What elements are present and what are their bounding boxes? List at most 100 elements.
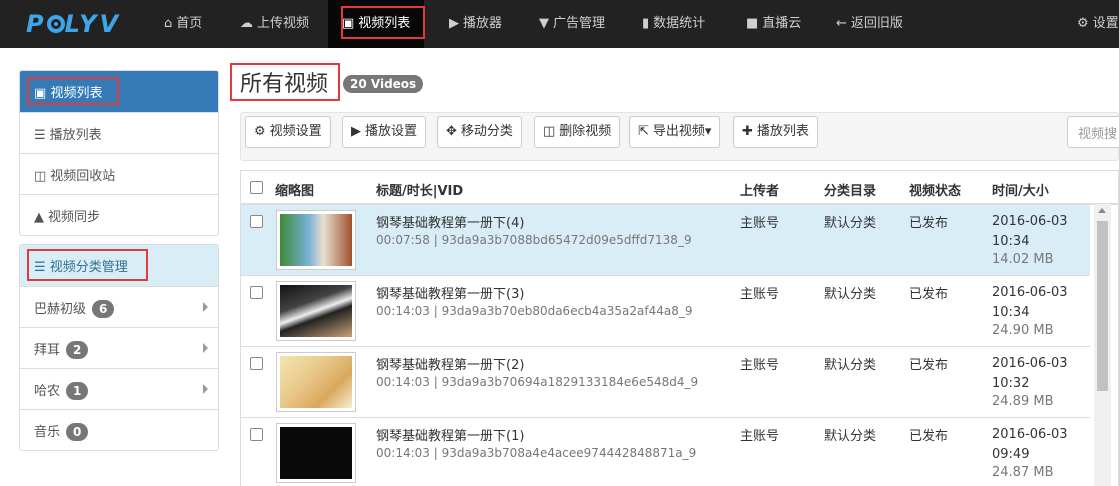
status: 已发布 <box>909 216 949 231</box>
scrollbar-thumb[interactable] <box>1097 221 1108 391</box>
time: 09:49 <box>992 447 1030 462</box>
count-badge: 1 <box>66 382 89 400</box>
video-count-badge: 20 Videos <box>343 75 424 93</box>
date: 2016-06-03 <box>992 285 1068 300</box>
video-title[interactable]: 钢琴基础教程第一册下(4) <box>376 212 524 231</box>
nav-home[interactable]: ⌂ 首页 <box>164 0 202 48</box>
row-checkbox[interactable] <box>250 286 263 299</box>
date: 2016-06-03 <box>992 214 1068 229</box>
nav-stats[interactable]: ▮ 数据统计 <box>642 0 705 48</box>
move-icon: ✥ <box>446 124 457 139</box>
nav-live-cloud[interactable]: ■ 直播云 <box>746 0 801 48</box>
sidebar-item-video-list[interactable]: ▣ 视频列表 <box>20 71 218 112</box>
polyv-logo[interactable]: P LYV <box>26 10 121 38</box>
category-menu: ☰ 视频分类管理 巴赫初级 6 拜耳 2 哈农 1 音乐 0 <box>19 244 219 451</box>
table-row[interactable]: 钢琴基础教程第一册下(4) 00:07:58 | 93da9a3b7088bd6… <box>241 205 1090 276</box>
header-status: 视频状态 <box>909 184 962 199</box>
table-header: 缩略图 标题/时长|VID 上传者 分类目录 视频状态 时间/大小 <box>241 171 1118 205</box>
select-all-checkbox[interactable] <box>250 181 263 194</box>
video-title[interactable]: 钢琴基础教程第一册下(3) <box>376 283 524 302</box>
category-item[interactable]: 音乐 0 <box>20 409 218 450</box>
sidebar-item-sync[interactable]: ▲ 视频同步 <box>20 194 218 235</box>
video-duration-vid: 00:14:03 | 93da9a3b708a4e4acee9744428488… <box>376 446 697 460</box>
category-item[interactable]: 拜耳 2 <box>20 327 218 368</box>
category-item[interactable]: 巴赫初级 6 <box>20 286 218 327</box>
category-manage-header[interactable]: ☰ 视频分类管理 <box>20 245 218 286</box>
upload-icon: ☁ <box>240 16 253 31</box>
category: 默认分类 <box>824 216 877 231</box>
file-size: 24.89 MB <box>992 394 1054 409</box>
sidebar-item-playlist[interactable]: ☰ 播放列表 <box>20 112 218 153</box>
nav-settings[interactable]: ⚙ 设置 <box>1077 0 1119 48</box>
uploader: 主账号 <box>740 216 780 231</box>
video-table: 缩略图 标题/时长|VID 上传者 分类目录 视频状态 时间/大小 钢琴基础教程… <box>240 170 1119 486</box>
film-icon: ▣ <box>34 86 47 101</box>
count-badge: 6 <box>92 300 115 318</box>
nav-player[interactable]: ▶ 播放器 <box>449 0 502 48</box>
category-item[interactable]: 哈农 1 <box>20 368 218 409</box>
category: 默认分类 <box>824 429 877 444</box>
date: 2016-06-03 <box>992 427 1068 442</box>
caret-down-icon: ▾ <box>704 124 712 139</box>
time: 10:34 <box>992 305 1030 320</box>
caret-right-icon <box>203 343 208 353</box>
category: 默认分类 <box>824 358 877 373</box>
toolbar: ⚙ 视频设置 ▶ 播放设置 ✥ 移动分类 ◫ 删除视频 ⇱ 导出视频▾ ✚ 播放列表 视频搜 <box>240 112 1119 161</box>
video-duration-vid: 00:14:03 | 93da9a3b70694a1829133184e6e54… <box>376 375 699 389</box>
row-checkbox[interactable] <box>250 428 263 441</box>
page-title: 所有视频 <box>240 72 329 97</box>
table-row[interactable]: 钢琴基础教程第一册下(3) 00:14:03 | 93da9a3b70eb80d… <box>241 276 1090 347</box>
nav-back-old[interactable]: ← 返回旧版 <box>836 0 903 48</box>
time: 10:34 <box>992 234 1030 249</box>
status: 已发布 <box>909 287 949 302</box>
gear-icon: ⚙ <box>1077 16 1089 31</box>
play-settings-button[interactable]: ▶ 播放设置 <box>342 116 427 148</box>
video-thumbnail[interactable] <box>276 210 356 270</box>
scroll-up-icon[interactable] <box>1098 208 1106 213</box>
uploader: 主账号 <box>740 287 780 302</box>
video-camera-icon: ■ <box>746 16 759 31</box>
export-icon: ⇱ <box>638 124 649 139</box>
table-row[interactable]: 钢琴基础教程第一册下(2) 00:14:03 | 93da9a3b70694a1… <box>241 347 1090 418</box>
row-checkbox[interactable] <box>250 357 263 370</box>
caret-right-icon <box>203 302 208 312</box>
video-thumbnail[interactable] <box>276 352 356 412</box>
delete-video-button[interactable]: ◫ 删除视频 <box>534 116 621 148</box>
header-time-size: 时间/大小 <box>992 184 1049 199</box>
file-size: 14.02 MB <box>992 252 1054 267</box>
video-thumbnail[interactable] <box>276 281 356 341</box>
move-category-button[interactable]: ✥ 移动分类 <box>437 116 522 148</box>
header-category: 分类目录 <box>824 184 877 199</box>
bar-chart-icon: ▮ <box>642 16 650 31</box>
play-circle-icon: ▶ <box>449 16 459 31</box>
video-thumbnail[interactable] <box>276 423 356 483</box>
video-search-input[interactable]: 视频搜 <box>1067 116 1119 148</box>
export-video-button[interactable]: ⇱ 导出视频▾ <box>629 116 721 148</box>
time: 10:32 <box>992 376 1030 391</box>
nav-upload[interactable]: ☁ 上传视频 <box>240 0 309 48</box>
status: 已发布 <box>909 358 949 373</box>
header-thumbnail: 缩略图 <box>275 184 315 199</box>
top-navbar: P LYV ⌂ 首页 ☁ 上传视频 ▣ 视频列表 ▶ 播放器 ▼ 广告管理 ▮ 数据统计 ■ 直… <box>0 0 1119 48</box>
trash-icon: ◫ <box>543 124 556 139</box>
add-playlist-button[interactable]: ✚ 播放列表 <box>733 116 818 148</box>
filter-icon: ▼ <box>539 16 549 31</box>
sidebar-item-recycle-bin[interactable]: ◫ 视频回收站 <box>20 153 218 194</box>
table-scrollbar[interactable] <box>1094 204 1111 486</box>
video-title[interactable]: 钢琴基础教程第一册下(2) <box>376 354 524 373</box>
video-title[interactable]: 钢琴基础教程第一册下(1) <box>376 425 524 444</box>
row-checkbox[interactable] <box>250 215 263 228</box>
nav-video-list[interactable]: ▣ 视频列表 <box>328 0 425 48</box>
gear-icon: ⚙ <box>254 124 266 139</box>
nav-ads[interactable]: ▼ 广告管理 <box>539 0 605 48</box>
video-duration-vid: 00:14:03 | 93da9a3b70eb80da6ecb4a35a2af4… <box>376 304 693 318</box>
table-row[interactable]: 钢琴基础教程第一册下(1) 00:14:03 | 93da9a3b708a4e4… <box>241 418 1090 486</box>
status: 已发布 <box>909 429 949 444</box>
count-badge: 0 <box>66 423 89 441</box>
list-icon: ☰ <box>34 260 46 275</box>
header-title: 标题/时长|VID <box>376 184 464 199</box>
home-icon: ⌂ <box>164 16 173 31</box>
count-badge: 2 <box>66 341 89 359</box>
video-settings-button[interactable]: ⚙ 视频设置 <box>245 116 331 148</box>
uploader: 主账号 <box>740 429 780 444</box>
